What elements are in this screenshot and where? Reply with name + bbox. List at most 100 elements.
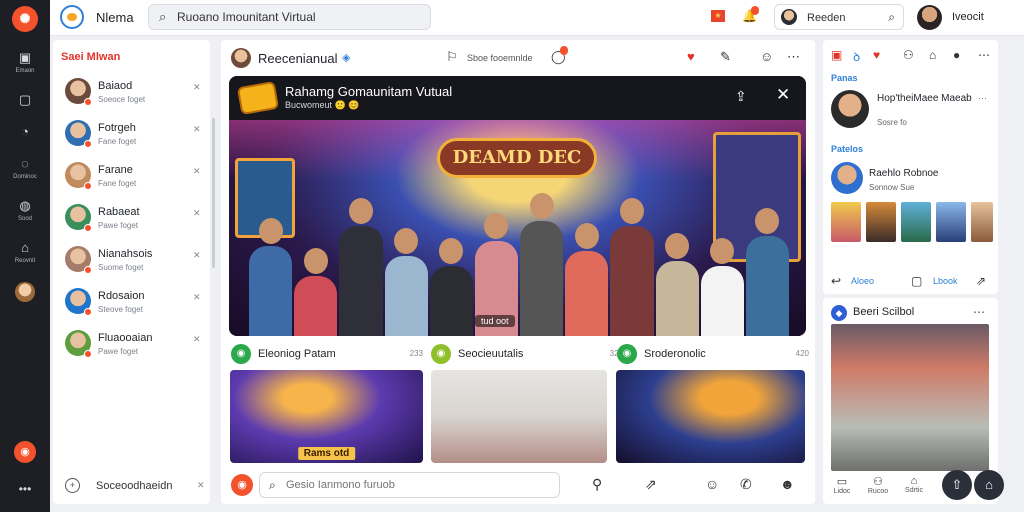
rail-item-group[interactable]: ◍ Sood [0, 198, 50, 224]
contacts-footer[interactable]: + Soceoodhaeidn ✕ [65, 478, 205, 498]
heart-icon[interactable]: ♥ [873, 48, 880, 62]
status-dot [84, 140, 92, 148]
top-bar: Nlema ⌕ ★ 🔔 Reeden ⌕ Iveocit [50, 0, 1024, 36]
contact-name: Rdosaion [98, 290, 145, 302]
contact-item[interactable]: Rdosaion Steove foget ✕ [53, 284, 210, 324]
more-icon[interactable]: ⋯ [978, 93, 987, 104]
footer-link[interactable]: Aloeo [851, 276, 874, 286]
avatar [831, 162, 863, 194]
lock-icon[interactable]: ⌂ [929, 48, 936, 62]
close-icon[interactable]: ✕ [193, 292, 201, 303]
smile-icon[interactable]: ☻ [780, 476, 795, 492]
app-logo-icon[interactable] [60, 5, 84, 29]
back-icon[interactable]: ↩ [831, 274, 841, 288]
home-button[interactable]: ⌂ [974, 470, 1004, 500]
more-icon[interactable]: ••• [0, 482, 50, 496]
footer-action[interactable]: ⌂ Sdrtic [899, 475, 929, 494]
feed-action-label[interactable]: Sboe fooemnlde [467, 53, 533, 63]
close-icon[interactable]: ✕ [193, 250, 201, 261]
close-icon[interactable]: ✕ [193, 166, 201, 177]
contact-item[interactable]: Farane Fane foget ✕ [53, 158, 210, 198]
contact-item[interactable]: Fluaooaian Pawe foget ✕ [53, 326, 210, 366]
close-icon[interactable]: ✕ [193, 82, 201, 93]
search-icon: ⌕ [888, 10, 895, 24]
channel-2-thumbnail[interactable] [431, 370, 607, 463]
neon-sign: DEAMD DEC [437, 138, 597, 178]
comment-icon[interactable]: ◯ [551, 46, 568, 65]
profile-avatar[interactable] [917, 5, 942, 30]
photo-thumbnail[interactable] [971, 202, 993, 242]
comment-box[interactable]: ⌕ [259, 472, 560, 498]
featured-post[interactable]: Rahamg Gomaunitam Vutual Bucwomeut 🙂 😊 ⇪… [229, 76, 806, 336]
box-icon[interactable]: ▢ [911, 274, 922, 288]
section-title: Patelos [831, 144, 864, 154]
chat-icon[interactable]: ✆ [740, 476, 752, 493]
close-icon[interactable]: ✕ [193, 334, 201, 345]
profile-icon[interactable]: ⚲ [592, 476, 602, 493]
post-card-title[interactable]: Beeri Scilbol [853, 306, 914, 318]
media-icon[interactable]: ▣ [831, 48, 842, 62]
follow-icon[interactable]: ⚐ [446, 49, 458, 65]
group-icon: ◍ [19, 198, 31, 213]
channel-1-thumbnail[interactable]: Rams otd [230, 370, 423, 463]
brand-logo-icon[interactable]: ✺ [12, 6, 38, 32]
channel-2[interactable]: ◉ Seocieuutalis 320 [431, 342, 623, 364]
channel-3[interactable]: ◉ Sroderonolic 420 [617, 342, 809, 364]
reaction-icon[interactable]: ♥ [687, 49, 695, 64]
emoji-icon[interactable]: ☺ [705, 476, 719, 492]
channel-3-thumbnail[interactable] [616, 370, 805, 463]
search-input[interactable] [177, 8, 422, 26]
channel-name: Eleoniog Patam [258, 348, 336, 360]
post-card-image[interactable] [831, 324, 989, 471]
comment-input[interactable] [286, 477, 546, 493]
rail-item-call[interactable]: ◔ [0, 124, 50, 140]
comment-badge [560, 46, 568, 55]
footer-action[interactable]: ⚇ Rucoo [863, 475, 893, 495]
live-button[interactable]: ◉ [14, 441, 36, 463]
contact-item[interactable]: Rabaeat Pawe foget ✕ [53, 200, 210, 240]
notification-icon[interactable]: 🔔 [742, 6, 759, 23]
live-button[interactable]: ◉ [231, 474, 253, 496]
person-icon[interactable]: ⚇ [903, 48, 914, 62]
photo-thumbnail[interactable] [866, 202, 896, 242]
footer-link[interactable]: Lbook [933, 276, 958, 286]
rail-item-chat[interactable]: ▣ Emaon [0, 50, 50, 76]
contact-item[interactable]: Nianahsois Suome foget ✕ [53, 242, 210, 282]
rail-avatar[interactable] [15, 282, 35, 302]
share-icon[interactable]: ⇗ [976, 274, 986, 288]
close-icon[interactable]: ✕ [197, 480, 205, 491]
photo-thumbnail[interactable] [901, 202, 931, 242]
more-icon[interactable]: ⋯ [787, 49, 800, 65]
rail-item-calendar[interactable]: ▢ [0, 92, 50, 108]
close-icon[interactable]: ✕ [776, 85, 790, 105]
share-icon[interactable]: ⇪ [735, 88, 747, 105]
compose-button[interactable]: ⇧ [942, 470, 972, 500]
share-icon[interactable]: ⇗ [645, 476, 657, 493]
rail-item-story[interactable]: ◌ Dominoc [0, 156, 50, 182]
contact-item[interactable]: Fotrgeh Fane foget ✕ [53, 116, 210, 156]
edit-icon[interactable]: ✎ [720, 49, 731, 65]
rail-item-home[interactable]: ⌂ Reovnit [0, 240, 50, 266]
contact-status: Fane foget [98, 137, 137, 146]
more-icon[interactable]: ⋯ [978, 48, 990, 62]
photo-thumbnail[interactable] [831, 202, 861, 242]
close-icon[interactable]: ✕ [193, 124, 201, 135]
more-icon[interactable]: ⋯ [973, 305, 985, 319]
contacts-scrollbar[interactable] [212, 118, 215, 268]
photo-thumbnail[interactable] [936, 202, 966, 242]
app-name: Nlema [96, 10, 134, 25]
author-name[interactable]: Reecenianual [258, 51, 338, 66]
close-icon[interactable]: ✕ [193, 208, 201, 219]
link-icon[interactable]: ꝺ [853, 48, 860, 65]
status-dot [84, 308, 92, 316]
author-avatar[interactable] [231, 48, 251, 68]
user-search-box[interactable]: Reeden ⌕ [774, 4, 904, 30]
contact-item[interactable]: Baiaod Soeoce foget ✕ [53, 74, 210, 114]
avatar-icon[interactable]: ● [953, 48, 960, 62]
search-box[interactable]: ⌕ [148, 4, 431, 30]
channel-1[interactable]: ◉ Eleoniog Patam 233 [231, 342, 423, 364]
footer-action[interactable]: ▭ Lidoc [827, 475, 857, 495]
flag-icon[interactable]: ★ [711, 10, 725, 22]
emoji-icon[interactable]: ☺ [760, 49, 773, 64]
profile-name[interactable]: Iveocit [952, 11, 984, 23]
